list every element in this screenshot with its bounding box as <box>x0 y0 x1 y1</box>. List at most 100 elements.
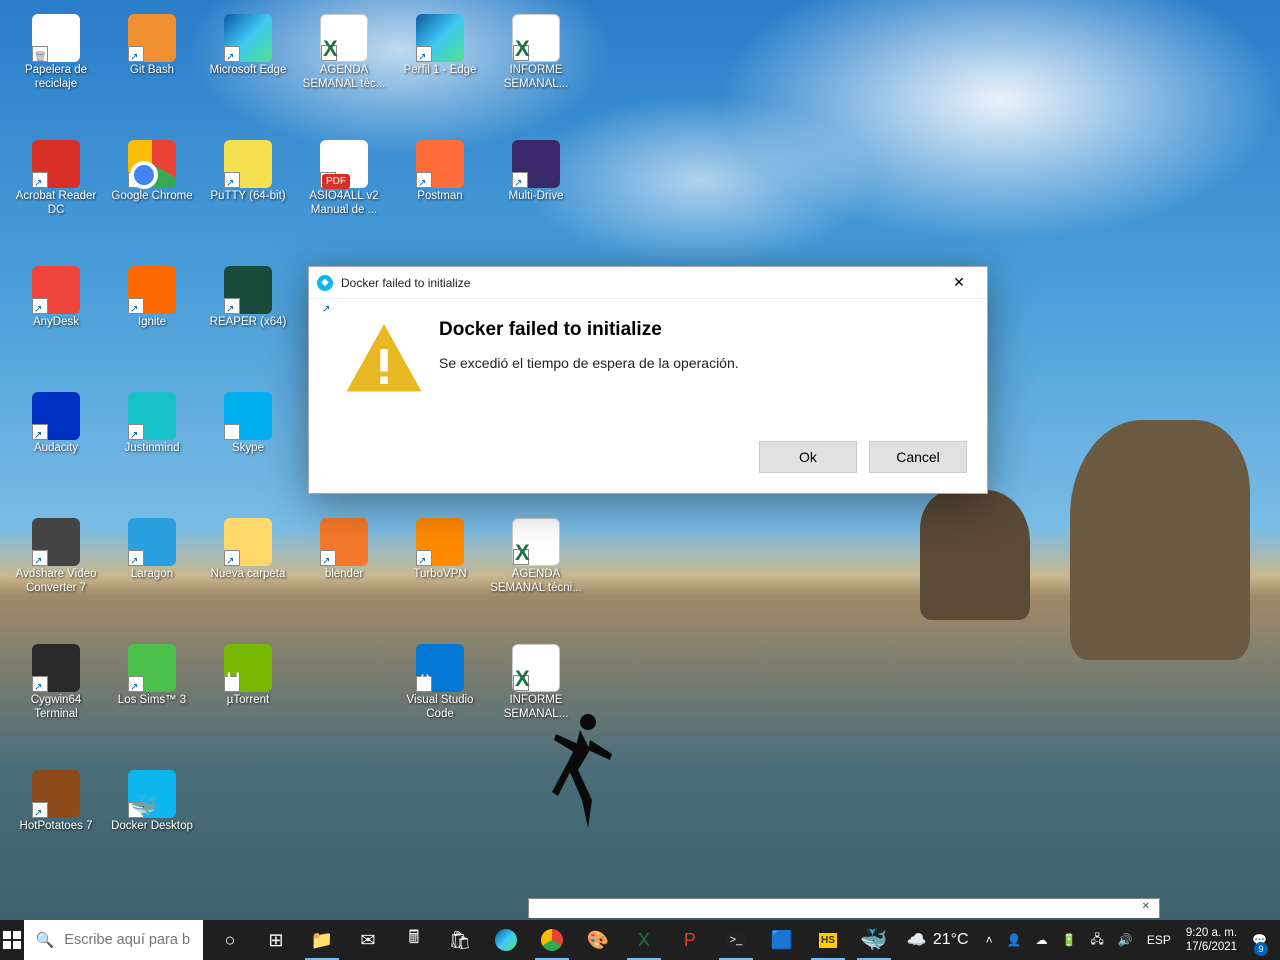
desktop-icon[interactable]: Visual Studio Code <box>392 640 488 766</box>
calculator-button[interactable]: 🖩 <box>391 920 437 960</box>
desktop-icon[interactable]: Los Sims™ 3 <box>104 640 200 766</box>
heidisql-button[interactable]: HS <box>805 920 851 960</box>
powerpoint-button[interactable]: P <box>667 920 713 960</box>
desktop-icon[interactable]: Microsoft Edge <box>200 10 296 136</box>
start-button[interactable] <box>0 920 24 960</box>
desktop-icon[interactable]: Docker Desktop <box>104 766 200 892</box>
bin-icon <box>32 14 80 62</box>
cygwin-icon <box>32 644 80 692</box>
desktop-icon[interactable]: ASIO4ALL v2 Manual de ... <box>296 136 392 262</box>
desktop-icon[interactable]: AGENDA SEMANAL téc... <box>296 10 392 136</box>
task-view-button[interactable]: ⊞ <box>253 920 299 960</box>
edge-button[interactable] <box>483 920 529 960</box>
icon-label: Multi-Drive <box>507 190 566 204</box>
mail-button[interactable]: ✉ <box>345 920 391 960</box>
laragon-icon <box>128 518 176 566</box>
putty-icon <box>224 140 272 188</box>
desktop-icon[interactable]: Skype <box>200 388 296 514</box>
file-explorer-button[interactable]: 📁 <box>299 920 345 960</box>
icon-label: Microsoft Edge <box>208 64 289 78</box>
action-center-button[interactable]: 💬 9 <box>1245 920 1274 960</box>
acrobat-icon <box>32 140 80 188</box>
paint-button[interactable]: 🎨 <box>575 920 621 960</box>
icon-label: Google Chrome <box>109 190 194 204</box>
time-text: 9:20 a. m. <box>1186 926 1237 940</box>
icon-label: ASIO4ALL v2 Manual de ... <box>296 190 392 218</box>
cortana-button[interactable]: ○ <box>207 920 253 960</box>
icon-label: Audacity <box>32 442 80 456</box>
cancel-button[interactable]: Cancel <box>869 441 967 473</box>
desktop-icon[interactable]: AnyDesk <box>8 262 104 388</box>
system-tray: ☁️ 21°C ˄ 👤 ☁ 🔋 🖧 🔊 ESP 9:20 a. m. 17/6/… <box>897 920 1280 960</box>
desktop-icon[interactable]: µTorrent <box>200 640 296 766</box>
search-icon: 🔍 <box>36 931 55 949</box>
icon-label: Postman <box>415 190 464 204</box>
people-icon[interactable]: 👤 <box>1000 920 1029 960</box>
windows-icon <box>3 931 21 949</box>
desktop-icon[interactable]: Nueva carpeta <box>200 514 296 640</box>
search-input[interactable] <box>64 932 191 948</box>
desktop-icon[interactable]: Perfil 1 - Edge <box>392 10 488 136</box>
desktop-icon[interactable]: REAPER (x64) <box>200 262 296 388</box>
icon-label: Skype <box>230 442 266 456</box>
desktop-icon[interactable]: Cygwin64 Terminal <box>8 640 104 766</box>
weather-widget[interactable]: ☁️ 21°C <box>897 930 979 950</box>
desktop-icon[interactable]: Postman <box>392 136 488 262</box>
error-dialog: ◆ Docker failed to initialize ✕ Docker f… <box>308 266 988 494</box>
weather-icon: ☁️ <box>907 930 927 950</box>
desktop-icon[interactable]: Acrobat Reader DC <box>8 136 104 262</box>
terminal-button[interactable]: >_ <box>713 920 759 960</box>
excel-icon <box>512 644 560 692</box>
close-button[interactable]: ✕ <box>939 268 979 298</box>
docker-icon: ◆ <box>317 275 333 291</box>
tray-chevron-up-icon[interactable]: ˄ <box>979 920 1000 960</box>
icon-label: REAPER (x64) <box>208 316 289 330</box>
desktop-icon[interactable]: Avdshare Video Converter 7 <box>8 514 104 640</box>
postman-icon <box>416 140 464 188</box>
onedrive-icon[interactable]: ☁ <box>1029 920 1055 960</box>
volume-icon[interactable]: 🔊 <box>1111 920 1140 960</box>
desktop-icon[interactable]: Audacity <box>8 388 104 514</box>
app-button[interactable]: 🟦 <box>759 920 805 960</box>
search-box[interactable]: 🔍 <box>24 920 203 960</box>
icon-label: INFORME SEMANAL... <box>488 694 584 722</box>
desktop-icon[interactable]: HotPotatoes 7 <box>8 766 104 892</box>
desktop-icon[interactable]: Multi-Drive <box>488 136 584 262</box>
desktop-icon[interactable]: PuTTY (64-bit) <box>200 136 296 262</box>
desktop-icon[interactable]: INFORME SEMANAL... <box>488 640 584 766</box>
sims-icon <box>128 644 176 692</box>
desktop-icon[interactable]: Google Chrome <box>104 136 200 262</box>
dialog-message: Se excedió el tiempo de espera de la ope… <box>439 355 957 371</box>
language-indicator[interactable]: ESP <box>1140 920 1178 960</box>
docker-button[interactable]: 🐳 <box>851 920 897 960</box>
chrome-button[interactable] <box>529 920 575 960</box>
icon-label: Ignite <box>136 316 168 330</box>
desktop-icon[interactable]: AGENDA SEMANAL técni... <box>488 514 584 640</box>
ignite-icon <box>128 266 176 314</box>
ok-button[interactable]: Ok <box>759 441 857 473</box>
store-button[interactable]: 🛍 <box>437 920 483 960</box>
excel-button[interactable]: X <box>621 920 667 960</box>
tooltip-close-icon[interactable]: ✕ <box>1142 901 1150 912</box>
icon-label: HotPotatoes 7 <box>18 820 95 834</box>
desktop-icon[interactable]: INFORME SEMANAL... <box>488 10 584 136</box>
clock[interactable]: 9:20 a. m. 17/6/2021 <box>1178 926 1245 955</box>
desktop-icon[interactable]: blender <box>296 514 392 640</box>
desktop-icon[interactable]: Justinmind <box>104 388 200 514</box>
network-icon[interactable]: 🖧 <box>1084 920 1111 960</box>
battery-icon[interactable]: 🔋 <box>1055 920 1084 960</box>
dialog-titlebar[interactable]: ◆ Docker failed to initialize ✕ <box>309 267 987 299</box>
icon-label: Los Sims™ 3 <box>116 694 188 708</box>
notification-badge: 9 <box>1254 942 1268 956</box>
desktop-icon[interactable]: Ignite <box>104 262 200 388</box>
edge-icon <box>224 14 272 62</box>
desktop-icon[interactable]: Laragon <box>104 514 200 640</box>
desktop-icon[interactable]: Git Bash <box>104 10 200 136</box>
desktop-icon[interactable]: Papelera de reciclaje <box>8 10 104 136</box>
taskbar-pinned: ○ ⊞ 📁 ✉ 🖩 🛍 🎨 X P >_ 🟦 HS 🐳 <box>207 920 897 960</box>
icon-label: Acrobat Reader DC <box>8 190 104 218</box>
excel-icon <box>512 518 560 566</box>
desktop-icon[interactable]: TurboVPN <box>392 514 488 640</box>
dialog-heading: Docker failed to initialize <box>439 319 957 341</box>
icon-label: TurboVPN <box>411 568 468 582</box>
